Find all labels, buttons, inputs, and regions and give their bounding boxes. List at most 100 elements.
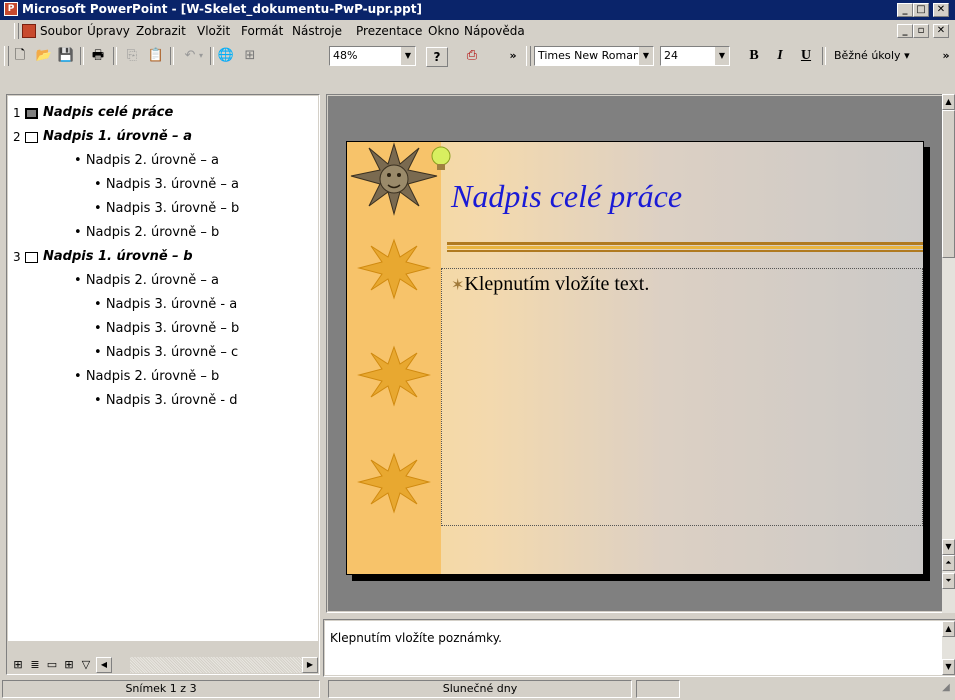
slide-number: 2 [13,130,21,144]
copy-icon[interactable]: ⎘ [122,47,142,65]
menu-item[interactable]: Prezentace [356,24,422,38]
menu-item[interactable]: Nástroje [292,24,342,38]
normal-view-icon[interactable]: ⊞ [10,657,26,673]
table-icon[interactable]: ⊞ [240,47,260,65]
outline-bullet-item[interactable]: • Nadpis 2. úrovně – a [74,273,219,288]
menu-item[interactable]: Formát [241,24,283,38]
chevron-down-icon[interactable]: ▼ [638,47,653,65]
save-icon[interactable]: 💾 [56,47,76,65]
bullet-icon: • [74,273,86,288]
outline-item-text: Nadpis 2. úrovně – a [85,273,219,288]
bullet-icon: • [94,393,106,408]
sun-decoration [350,142,438,514]
doc-restore-button[interactable]: ▫ [913,24,929,38]
underline-button[interactable]: U [796,47,816,65]
font-name-select[interactable]: Times New Roman ▼ [534,46,654,66]
menu-item[interactable]: Okno [428,24,459,38]
outline-item-text: Nadpis 3. úrovně - a [105,297,238,312]
slideshow-view-icon[interactable]: ▽ [78,657,94,673]
bold-button[interactable]: B [744,47,764,65]
maximize-button[interactable]: □ [913,3,929,17]
slide-view-icon[interactable]: ▭ [44,657,60,673]
minimize-button[interactable]: _ [897,3,913,17]
outline-bullet-item[interactable]: • Nadpis 3. úrovně - a [94,297,237,312]
toolbar-overflow-icon[interactable]: » [506,47,520,65]
next-slide-button[interactable]: ⏷ [942,573,955,589]
sun-strip [347,142,441,574]
outline-bullet-item[interactable]: • Nadpis 3. úrovně - d [94,393,237,408]
notes-scroll-up-button[interactable]: ▲ [942,621,955,637]
insert-hyperlink-icon[interactable]: 🌐 [216,47,236,65]
outline-slide-title[interactable]: Nadpis celé práce [43,105,173,120]
body-placeholder-box[interactable] [441,268,923,526]
undo-dropdown-icon[interactable]: ▾ [196,47,206,65]
menu-item[interactable]: Vložit [197,24,230,38]
print-icon[interactable]: 🖶 [88,47,108,65]
slide-sorter-view-icon[interactable]: ⊞ [61,657,77,673]
outline-hscroll-track[interactable] [130,657,302,673]
chevron-down-icon[interactable]: ▼ [400,47,415,65]
scroll-left-button[interactable]: ◀ [96,657,112,673]
outline-bullet-item[interactable]: • Nadpis 3. úrovně – b [94,321,239,336]
doc-minimize-button[interactable]: _ [897,24,913,38]
new-icon[interactable]: 🗋 [10,47,30,65]
outline-item-text: Nadpis 3. úrovně - d [105,393,238,408]
menu-item[interactable]: Zobrazit [136,24,186,38]
title-rule [447,246,923,249]
slide-title[interactable]: Nadpis celé práce [451,178,682,215]
toolbar-overflow-icon[interactable]: » [940,47,952,65]
scroll-right-button[interactable]: ▶ [302,657,318,673]
help-icon[interactable]: ? [426,47,448,67]
outline-bullet-item[interactable]: • Nadpis 3. úrovně – b [94,201,239,216]
chevron-down-icon[interactable]: ▼ [714,47,729,65]
slide-icon[interactable] [25,252,38,263]
bullet-icon: • [94,201,106,216]
close-button[interactable]: ✕ [933,3,949,17]
resize-grip-icon[interactable]: ◢ [938,680,954,698]
slide-icon[interactable] [25,132,38,143]
slide-canvas[interactable]: Nadpis celé práce ✶Klepnutím vložíte tex… [346,141,924,575]
menu-item[interactable]: Nápověda [464,24,525,38]
title-bar: P Microsoft PowerPoint - [W-Skelet_dokum… [0,0,955,20]
zoom-select[interactable]: 48% ▼ [329,46,416,66]
notes-pane[interactable]: Klepnutím vložíte poznámky. [325,621,942,675]
menu-grip [14,23,19,39]
pdf-icon[interactable]: ⎙ [462,47,482,65]
outline-bullet-item[interactable]: • Nadpis 2. úrovně – a [74,153,219,168]
outline-pane[interactable]: 1 Nadpis celé práce 2 Nadpis 1. úrovně – a •… [8,96,318,641]
toolbar-separator [113,47,117,65]
slide-icon[interactable] [25,108,38,119]
font-size-select[interactable]: 24 ▼ [660,46,730,66]
outline-bullet-item[interactable]: • Nadpis 3. úrovně – a [94,177,239,192]
menu-item[interactable]: Soubor [40,24,82,38]
bullet-icon: • [94,345,106,360]
status-language [636,680,680,698]
body-placeholder[interactable]: ✶Klepnutím vložíte text. [451,273,649,296]
paste-icon[interactable]: 📋 [146,47,166,65]
scroll-thumb[interactable] [942,110,955,258]
notes-scroll-down-button[interactable]: ▼ [942,659,955,675]
slide-number: 3 [13,250,21,264]
outline-bullet-item[interactable]: • Nadpis 2. úrovně – b [74,369,219,384]
outline-slide-title[interactable]: Nadpis 1. úrovně – b [43,249,193,264]
toolbar-separator [822,47,826,65]
body-placeholder-text: Klepnutím vložíte text. [464,273,650,295]
toolbar-grip [526,46,531,66]
scroll-up-button[interactable]: ▲ [942,94,955,110]
common-tasks-button[interactable]: Běžné úkoly ▾ [834,47,934,65]
powerpoint-icon[interactable]: P [4,2,18,16]
menu-item[interactable]: Úpravy [87,24,130,38]
doc-close-button[interactable]: ✕ [933,24,949,38]
outline-bullet-item[interactable]: • Nadpis 2. úrovně – b [74,225,219,240]
previous-slide-button[interactable]: ⏶ [942,555,955,571]
outline-item-text: Nadpis 3. úrovně – c [105,345,239,360]
outline-slide-title[interactable]: Nadpis 1. úrovně – a [43,129,192,144]
toolbar-separator [170,47,174,65]
scroll-down-button[interactable]: ▼ [942,539,955,555]
document-icon[interactable] [22,24,36,38]
bullet-icon: • [94,177,106,192]
italic-button[interactable]: I [770,47,790,65]
outline-view-icon[interactable]: ≣ [27,657,43,673]
outline-bullet-item[interactable]: • Nadpis 3. úrovně – c [94,345,238,360]
open-icon[interactable]: 📂 [34,47,54,65]
